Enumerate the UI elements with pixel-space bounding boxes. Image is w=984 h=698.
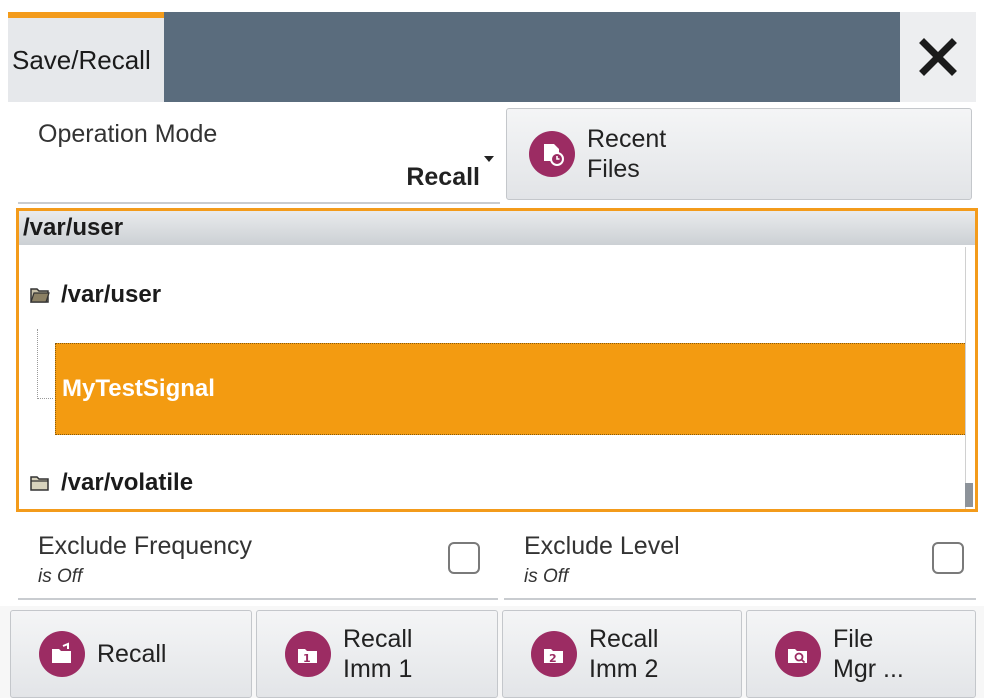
exclude-level-label: Exclude Level bbox=[524, 532, 680, 560]
close-button[interactable] bbox=[900, 12, 976, 102]
tree-node-var-volatile[interactable]: /var/volatile bbox=[29, 469, 193, 497]
recall-imm1-label-line1: Recall bbox=[343, 625, 413, 653]
exclude-level-control[interactable]: Exclude Level is Off bbox=[504, 516, 976, 600]
folder-open-icon bbox=[30, 288, 50, 303]
dialog-title: Save/Recall bbox=[12, 44, 151, 75]
tree-scrollbar-thumb[interactable] bbox=[965, 483, 973, 507]
exclude-level-checkbox[interactable] bbox=[932, 542, 964, 574]
recall-imm2-icon: 2 bbox=[531, 631, 577, 677]
dialog-title-tab: Save/Recall bbox=[8, 12, 164, 102]
recent-files-label-line1: Recent bbox=[587, 125, 667, 153]
recall-imm1-icon: 1 bbox=[285, 631, 331, 677]
tree-node-var-volatile-label: /var/volatile bbox=[61, 469, 194, 496]
recent-files-button[interactable]: Recent Files bbox=[506, 108, 972, 200]
recall-imm2-label-line2: Imm 2 bbox=[589, 655, 659, 683]
folder-closed-icon bbox=[30, 476, 49, 491]
close-icon bbox=[919, 38, 957, 76]
tree-scrollbar[interactable] bbox=[965, 247, 973, 509]
file-tree-panel: /var/user /var/user MyTestSignal /var/vo… bbox=[16, 208, 978, 512]
tree-item-selected-file[interactable]: MyTestSignal bbox=[55, 343, 967, 435]
current-path: /var/user bbox=[19, 211, 975, 245]
file-manager-label-line2: Mgr ... bbox=[833, 655, 904, 683]
recall-imm1-button[interactable]: 1 Recall Imm 1 bbox=[256, 610, 498, 698]
file-manager-label-line1: File bbox=[833, 625, 874, 653]
svg-text:2: 2 bbox=[549, 652, 557, 665]
exclude-frequency-control[interactable]: Exclude Frequency is Off bbox=[18, 516, 498, 600]
recall-label: Recall bbox=[97, 640, 167, 668]
selected-file-label: MyTestSignal bbox=[62, 375, 215, 402]
operation-mode-select[interactable]: Operation Mode Recall bbox=[18, 108, 500, 204]
dropdown-caret-icon bbox=[484, 156, 494, 162]
svg-text:1: 1 bbox=[303, 652, 311, 665]
exclude-frequency-label: Exclude Frequency bbox=[38, 532, 253, 560]
recent-files-label-line2: Files bbox=[587, 155, 640, 183]
recall-imm2-button[interactable]: 2 Recall Imm 2 bbox=[502, 610, 742, 698]
recall-imm1-label-line2: Imm 1 bbox=[343, 655, 413, 683]
recent-files-icon bbox=[529, 131, 575, 177]
tree-node-var-user[interactable]: /var/user bbox=[29, 281, 161, 309]
exclude-frequency-checkbox[interactable] bbox=[448, 542, 480, 574]
exclude-level-state: is Off bbox=[524, 566, 569, 587]
recall-button[interactable]: Recall bbox=[10, 610, 252, 698]
file-manager-button[interactable]: File Mgr ... bbox=[746, 610, 976, 698]
operation-mode-value: Recall bbox=[406, 163, 480, 191]
title-bar-fill bbox=[164, 12, 900, 102]
operation-mode-label: Operation Mode bbox=[38, 120, 218, 148]
exclude-frequency-state: is Off bbox=[38, 566, 83, 587]
file-manager-icon bbox=[775, 631, 821, 677]
recall-imm2-label-line1: Recall bbox=[589, 625, 659, 653]
tree-node-var-user-label: /var/user bbox=[61, 281, 162, 308]
tree-connector bbox=[37, 329, 53, 399]
recall-icon bbox=[39, 631, 85, 677]
